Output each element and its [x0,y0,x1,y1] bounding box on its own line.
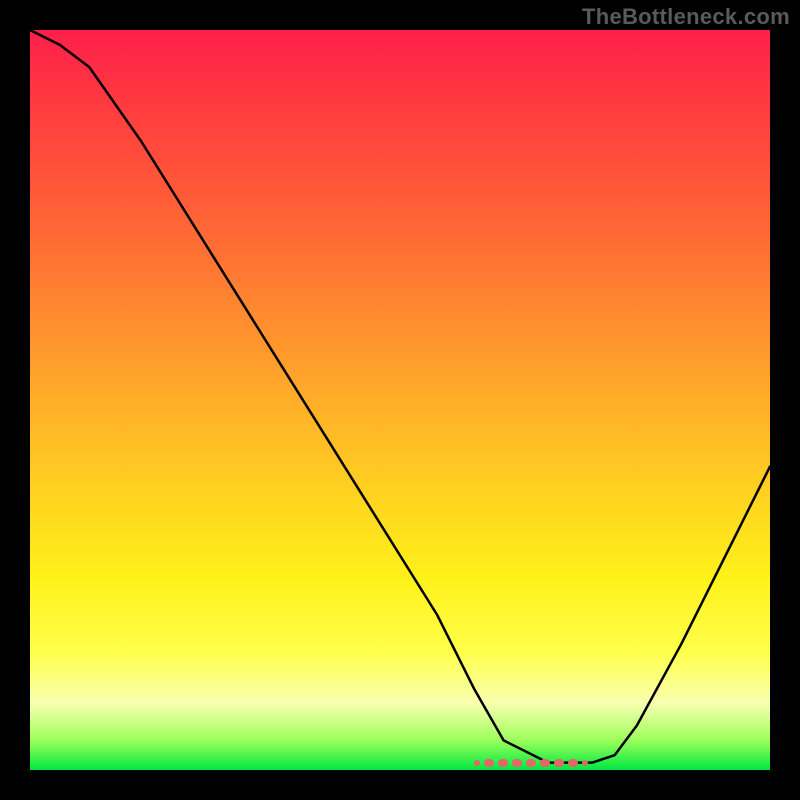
bottleneck-curve [30,30,770,770]
valley-dot [498,759,508,767]
valley-dot [474,760,480,766]
chart-frame: TheBottleneck.com [0,0,800,800]
valley-dot [526,759,536,767]
valley-dot [568,759,578,767]
valley-dot [540,759,550,767]
valley-dot [582,760,588,766]
valley-dot [554,759,564,767]
watermark-text: TheBottleneck.com [582,4,790,30]
valley-dot [484,759,494,767]
valley-marker [474,754,615,764]
valley-dot [512,759,522,767]
plot-area [30,30,770,770]
